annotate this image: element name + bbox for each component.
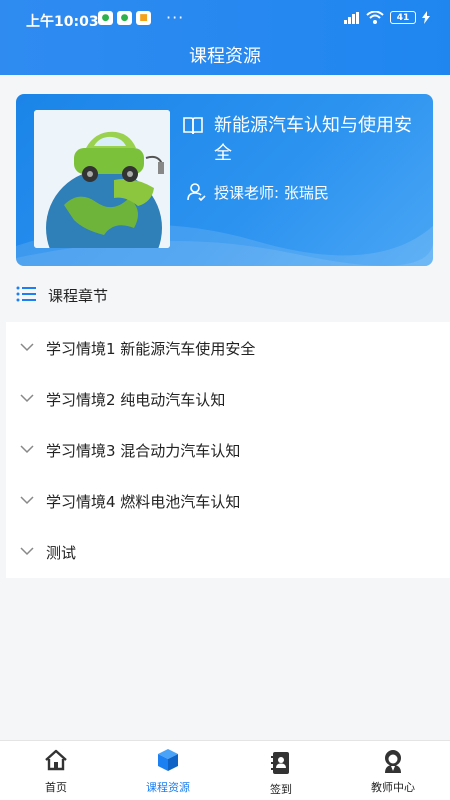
course-name: 新能源汽车认知与使用安全 bbox=[214, 115, 412, 164]
course-cover-image bbox=[34, 110, 170, 248]
tab-label: 首页 bbox=[45, 781, 67, 794]
chapter-item[interactable]: 学习情境2 纯电动汽车认知 bbox=[6, 373, 450, 424]
teacher-icon bbox=[385, 750, 401, 773]
chapters-section-header: 课程章节 bbox=[0, 278, 450, 312]
chevron-down-icon bbox=[20, 547, 34, 556]
bottom-tab-bar: 首页 课程资源 签到 教师中心 bbox=[0, 740, 450, 800]
status-bar: 上午10:03 ● ● ■ ··· 41 bbox=[0, 0, 450, 36]
app-header: 上午10:03 ● ● ■ ··· 41 课程资源 bbox=[0, 0, 450, 75]
contacts-book-icon bbox=[271, 752, 289, 774]
tab-label: 签到 bbox=[270, 783, 292, 796]
list-icon bbox=[16, 286, 36, 302]
chevron-down-icon bbox=[20, 496, 34, 505]
notification-icons: ● ● ■ bbox=[98, 11, 151, 25]
chapter-label: 学习情境2 纯电动汽车认知 bbox=[46, 391, 226, 409]
status-time: 上午10:03 bbox=[26, 14, 99, 30]
wechat-icon: ● bbox=[98, 11, 113, 25]
wifi-icon bbox=[366, 11, 384, 24]
tab-home[interactable]: 首页 bbox=[0, 741, 112, 800]
chapter-label: 学习情境1 新能源汽车使用安全 bbox=[46, 340, 256, 358]
chapter-item[interactable]: 学习情境4 燃料电池汽车认知 bbox=[6, 475, 450, 526]
status-indicators: 41 bbox=[344, 11, 430, 24]
tab-teacher-center[interactable]: 教师中心 bbox=[337, 741, 449, 800]
tab-sign-in[interactable]: 签到 bbox=[225, 741, 337, 800]
chevron-down-icon bbox=[20, 445, 34, 454]
chapter-item[interactable]: 学习情境1 新能源汽车使用安全 bbox=[6, 322, 450, 373]
chapter-label: 学习情境4 燃料电池汽车认知 bbox=[46, 493, 241, 511]
chapter-list: 学习情境1 新能源汽车使用安全 学习情境2 纯电动汽车认知 学习情境3 混合动力… bbox=[6, 322, 450, 578]
teacher-name: 授课老师: 张瑞民 bbox=[214, 184, 329, 202]
chevron-down-icon bbox=[20, 343, 34, 352]
chapter-label: 测试 bbox=[46, 544, 77, 562]
user-icon bbox=[187, 183, 206, 202]
signal-icon bbox=[344, 11, 359, 24]
chapters-section-title: 课程章节 bbox=[48, 287, 109, 305]
charging-icon bbox=[422, 11, 430, 24]
more-notifications-icon: ··· bbox=[166, 8, 185, 27]
chevron-down-icon bbox=[20, 394, 34, 403]
course-card[interactable]: 新能源汽车认知与使用安全 授课老师: 张瑞民 bbox=[16, 94, 433, 266]
message-icon: ■ bbox=[136, 11, 151, 25]
tab-course-resources[interactable]: 课程资源 bbox=[112, 741, 224, 800]
tab-label: 教师中心 bbox=[371, 781, 415, 794]
cube-icon bbox=[158, 749, 178, 771]
battery-icon: 41 bbox=[390, 11, 416, 24]
chapter-label: 学习情境3 混合动力汽车认知 bbox=[46, 442, 241, 460]
chapter-item[interactable]: 学习情境3 混合动力汽车认知 bbox=[6, 424, 450, 475]
page-title: 课程资源 bbox=[189, 46, 261, 67]
book-icon bbox=[183, 117, 203, 135]
home-icon bbox=[45, 749, 67, 771]
chapter-item[interactable]: 测试 bbox=[6, 526, 450, 577]
tab-label: 课程资源 bbox=[146, 781, 190, 794]
wechat-icon: ● bbox=[117, 11, 132, 25]
